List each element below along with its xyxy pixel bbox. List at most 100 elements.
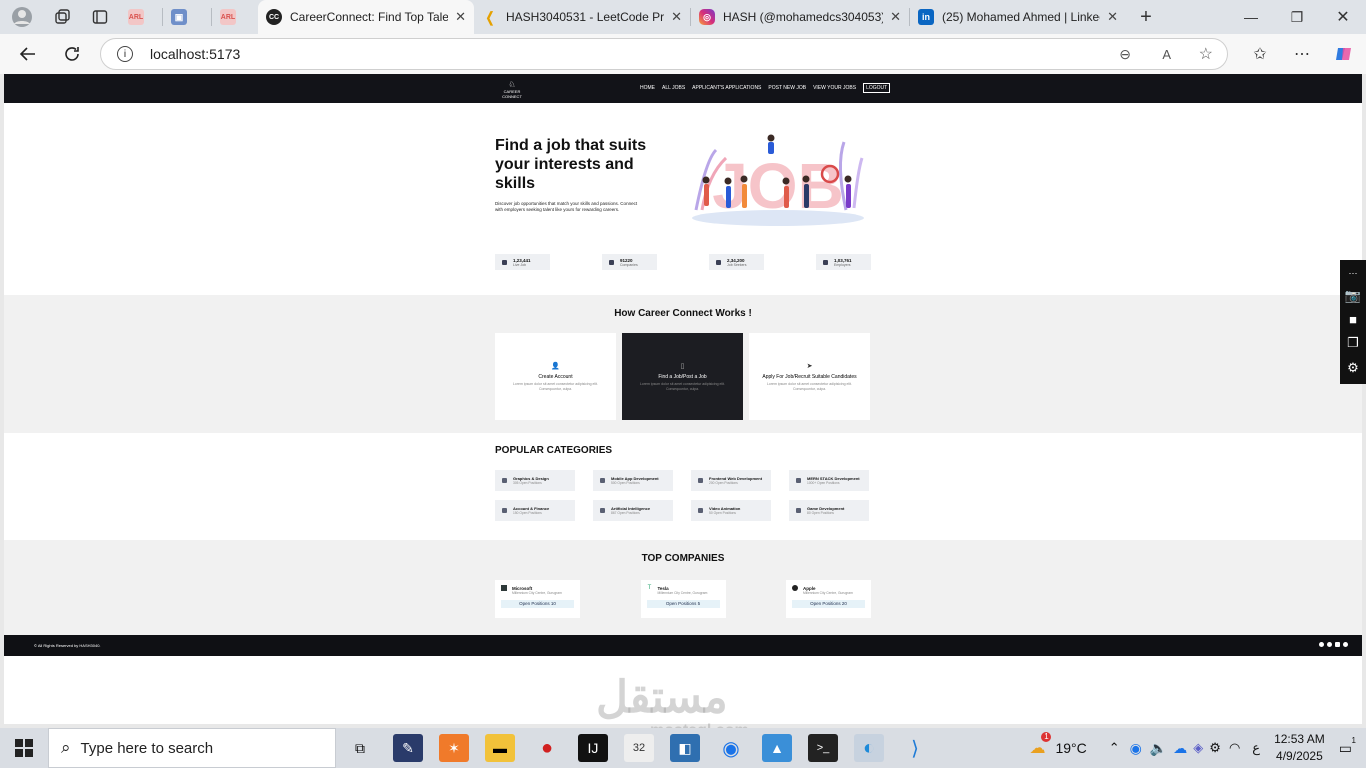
weather-icon[interactable]: ☁ 1 (1029, 732, 1052, 758)
language-indicator[interactable]: ع (1252, 740, 1260, 756)
more-icon[interactable]: ⋯ (1288, 40, 1316, 68)
photos-icon[interactable]: ▲ (762, 734, 792, 762)
tab-careerconnect[interactable]: CC CareerConnect: Find Top Talent ✕ (258, 0, 474, 34)
intellij-icon[interactable]: IJ (578, 734, 608, 762)
nav-applications[interactable]: APPLICANT'S APPLICATIONS (692, 85, 761, 91)
stat-value: 1,23,441 (513, 257, 531, 263)
favorites-icon[interactable]: ✩ (1246, 40, 1274, 68)
read-aloud-icon[interactable]: A (1162, 47, 1171, 62)
window-icon[interactable]: ❐ (1347, 335, 1359, 351)
app-icon[interactable]: ✎ (393, 734, 423, 762)
linkedin-icon: in (918, 9, 934, 25)
notification-icon[interactable]: ▭ 1 (1339, 736, 1356, 757)
onedrive-icon[interactable]: ☁ (1173, 740, 1187, 757)
linkedin-icon[interactable] (1335, 642, 1340, 647)
category-card[interactable]: Video Animation 50 Open Positions (691, 500, 771, 521)
pin-icon[interactable]: ⋯ (1349, 268, 1358, 279)
instagram-icon[interactable] (1343, 642, 1348, 647)
category-positions: 150 Open Positions (513, 511, 542, 515)
minimize-icon[interactable]: — (1228, 0, 1274, 34)
stat-card: 1,03,761 Employers (816, 254, 871, 270)
close-window-icon[interactable]: ✕ (1320, 0, 1366, 34)
profile-icon[interactable] (0, 0, 44, 34)
gear-icon[interactable]: ⚙ (1347, 360, 1359, 376)
close-icon[interactable]: ✕ (1101, 9, 1118, 25)
video-icon (698, 508, 703, 513)
browser-tabbar: ARL ▣ ARL CC CareerConnect: Find Top Tal… (0, 0, 1366, 34)
tesla-icon: T (647, 585, 652, 591)
hero-illustration: JOB (692, 134, 864, 226)
address-bar[interactable]: i localhost:5173 ⊖ A ☆ (100, 38, 1228, 70)
chrome-icon[interactable]: ◉ (716, 734, 746, 762)
wifi-icon[interactable]: ◠ (1229, 740, 1240, 756)
github-icon[interactable] (1319, 642, 1324, 647)
search-icon: ⌕ (61, 738, 71, 757)
record-icon[interactable]: ● (532, 734, 562, 762)
edge-icon[interactable]: ◐ (854, 734, 884, 762)
task-view-icon[interactable]: ⧉ (345, 734, 375, 762)
chrome-tray-icon[interactable]: ◉ (1130, 740, 1142, 757)
workspaces-icon[interactable] (44, 0, 80, 34)
terminal-icon[interactable]: >_ (808, 734, 838, 762)
site-logo[interactable]: ♘ CAREER CONNECT (498, 81, 526, 100)
tab-title: HASH3040531 - LeetCode Profile (506, 10, 664, 24)
capture-toolbar: ⋯ 📷 ■ ❐ ⚙ (1340, 260, 1366, 384)
tab-leetcode[interactable]: ❬ HASH3040531 - LeetCode Profile ✕ (474, 0, 690, 34)
open-positions-button[interactable]: Open Positions 5 (646, 600, 720, 608)
nav-view-jobs[interactable]: VIEW YOUR JOBS (813, 85, 856, 91)
stat-value: 2,34,200 (727, 257, 745, 263)
weather-temp[interactable]: 19°C (1055, 740, 1086, 756)
nav-post-job[interactable]: POST NEW JOB (768, 85, 806, 91)
vscode-icon[interactable]: ⟩ (900, 734, 930, 762)
xampp-icon[interactable]: ✶ (439, 734, 469, 762)
category-card[interactable]: Game Development 80 Open Positions (789, 500, 869, 521)
tab-pinned-3[interactable]: ARL (212, 0, 258, 34)
zoom-icon[interactable]: ⊖ (1119, 46, 1131, 63)
windows-start-icon[interactable] (0, 728, 48, 768)
react-icon (796, 478, 801, 483)
back-icon[interactable] (14, 40, 42, 68)
logo-text: CAREER CONNECT (502, 89, 522, 99)
new-tab-icon[interactable]: + (1126, 0, 1166, 34)
calendar-app-icon[interactable]: 32 (624, 734, 654, 762)
restore-icon[interactable]: ❐ (1274, 0, 1320, 34)
video-camera-icon[interactable]: ■ (1349, 312, 1357, 327)
instagram-icon: ◎ (699, 9, 715, 25)
copilot-icon[interactable] (1330, 40, 1358, 68)
tab-pinned-1[interactable]: ARL (120, 0, 162, 34)
app-icon[interactable]: ◧ (670, 734, 700, 762)
favorite-star-icon[interactable]: ☆ (1199, 44, 1213, 64)
close-icon[interactable]: ✕ (449, 9, 466, 25)
clock[interactable]: 12:53 AM 4/9/2025 (1274, 731, 1325, 765)
nav-all-jobs[interactable]: ALL JOBS (662, 85, 685, 91)
tab-actions-icon[interactable] (80, 0, 120, 34)
site-info-icon[interactable]: i (117, 46, 133, 62)
tab-instagram[interactable]: ◎ HASH (@mohamedcs304053) ✕ (691, 0, 909, 34)
category-card[interactable]: Account & Finance 150 Open Positions (495, 500, 575, 521)
category-card[interactable]: MERN STACK Development 1000+ Open Positio… (789, 470, 869, 491)
tab-linkedin[interactable]: in (25) Mohamed Ahmed | LinkedIn ✕ (910, 0, 1126, 34)
teams-icon[interactable]: ◈ (1193, 740, 1203, 756)
url-text[interactable]: localhost:5173 (150, 46, 240, 62)
leetcode-icon[interactable] (1327, 642, 1332, 647)
open-positions-button[interactable]: Open Positions 20 (792, 600, 865, 608)
category-card[interactable]: Frontend Web Development 200 Open Positio… (691, 470, 771, 491)
file-explorer-icon[interactable]: ▬ (485, 734, 515, 762)
logout-button[interactable]: LOGOUT (863, 83, 891, 93)
close-icon[interactable]: ✕ (884, 9, 901, 25)
close-icon[interactable]: ✕ (665, 9, 682, 25)
camera-icon[interactable]: 📷 (1345, 288, 1361, 304)
category-card[interactable]: Graphics & Design 305 Open Positions (495, 470, 575, 491)
category-card[interactable]: Artificial Intelligence 867 Open Position… (593, 500, 673, 521)
open-positions-button[interactable]: Open Positions 10 (501, 600, 574, 608)
volume-icon[interactable]: 🔈 (1150, 740, 1167, 757)
taskbar-search[interactable]: ⌕ Type here to search (48, 728, 336, 768)
tab-pinned-2[interactable]: ▣ (163, 0, 211, 34)
category-card[interactable]: Mobile App Development 500 Open Positions (593, 470, 673, 491)
chevron-up-icon[interactable]: ⌃ (1109, 740, 1120, 756)
step-card: ▯ Find a Job/Post a Job Lorem ipsum dolo… (622, 333, 743, 420)
nav-home[interactable]: HOME (640, 85, 655, 91)
app-tray-icon[interactable]: ⚙ (1209, 740, 1221, 756)
send-icon: ➤ (806, 363, 813, 370)
refresh-icon[interactable] (58, 40, 86, 68)
